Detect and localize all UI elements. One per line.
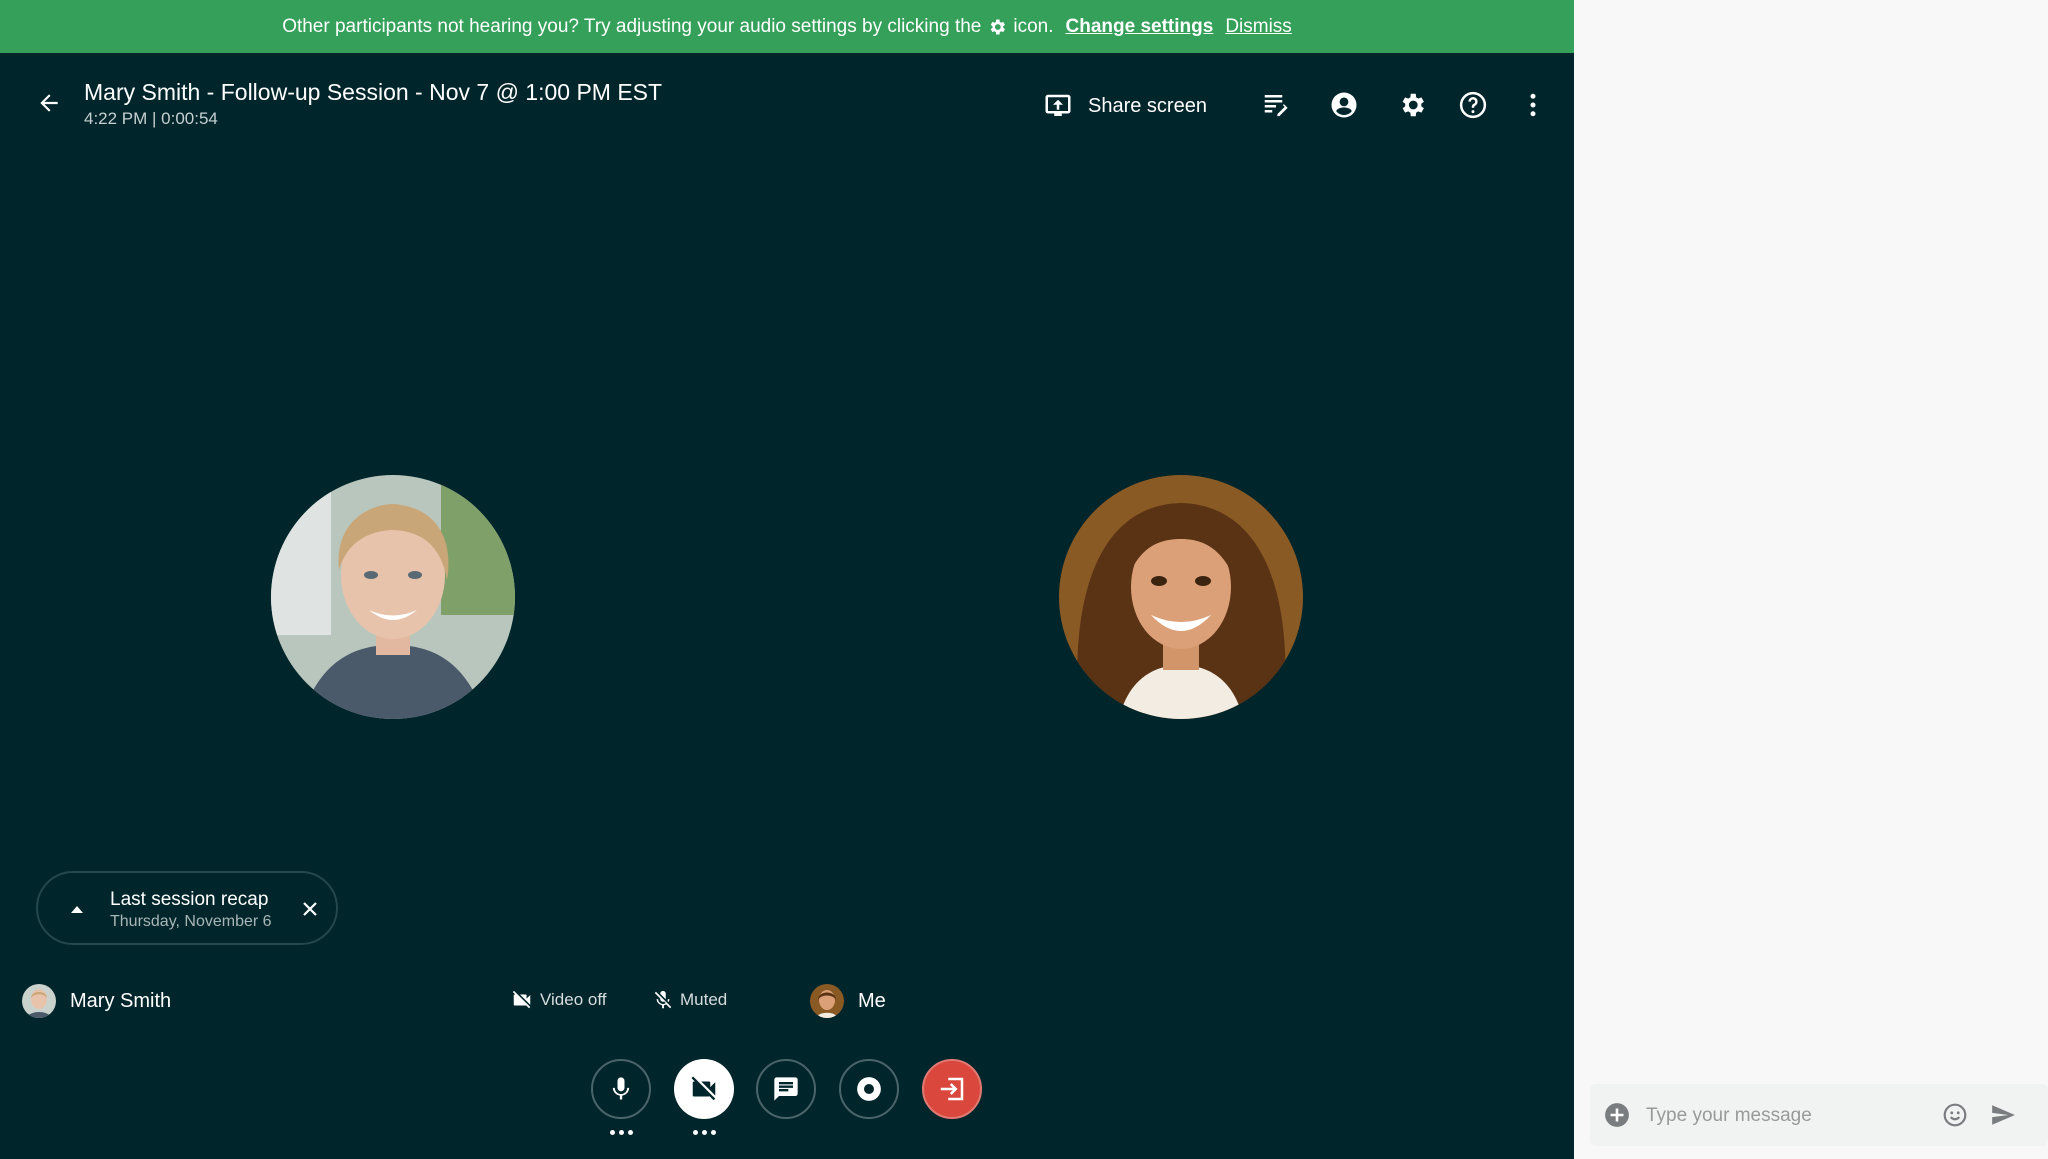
video-off-icon	[512, 990, 531, 1009]
video-options[interactable]	[674, 1130, 734, 1135]
banner-text: Other participants not hearing you? Try …	[282, 15, 982, 37]
mary-smith-avatar	[271, 475, 515, 719]
leave-icon	[940, 1077, 964, 1101]
share-screen-icon	[1045, 94, 1071, 116]
me-avatar	[1059, 475, 1303, 719]
notes-icon[interactable]	[1258, 87, 1294, 123]
change-settings-link[interactable]: Change settings	[1066, 16, 1214, 38]
mic-off-icon	[654, 990, 672, 1009]
chat-button[interactable]	[756, 1059, 816, 1119]
record-icon	[857, 1077, 881, 1101]
last-session-recap[interactable]: Last session recap Thursday, November 6	[36, 871, 338, 945]
mic-button[interactable]	[591, 1059, 651, 1119]
chat-input-bar	[1590, 1084, 2048, 1146]
add-attachment-icon[interactable]	[1604, 1102, 1630, 1128]
mic-icon	[612, 1077, 630, 1100]
record-button[interactable]	[839, 1059, 899, 1119]
send-icon[interactable]	[1988, 1102, 2018, 1128]
video-status-label: Video off	[540, 990, 607, 1009]
participant-name: Mary Smith	[70, 989, 172, 1012]
call-header: Mary Smith - Follow-up Session - Nov 7 @…	[0, 53, 1574, 153]
session-title: Mary Smith - Follow-up Session - Nov 7 @…	[84, 79, 663, 105]
mic-options[interactable]	[591, 1130, 651, 1135]
gear-icon	[987, 17, 1007, 37]
emoji-icon[interactable]	[1942, 1102, 1968, 1128]
video-status: Video off	[510, 988, 607, 1012]
participant-name-me: Me	[858, 989, 886, 1012]
chat-message-input[interactable]	[1644, 1099, 1928, 1133]
chat-icon	[774, 1077, 798, 1101]
banner-text-after: icon.	[1013, 15, 1054, 37]
video-call-area: Other participants not hearing you? Try …	[0, 0, 1574, 1159]
recap-title: Last session recap	[110, 889, 269, 910]
audio-notice-banner: Other participants not hearing you? Try …	[0, 0, 1574, 53]
session-time: 4:22 PM | 0:00:54	[84, 109, 218, 128]
video-toggle-button[interactable]	[674, 1059, 734, 1119]
dismiss-link[interactable]: Dismiss	[1225, 16, 1292, 38]
recap-date: Thursday, November 6	[110, 913, 272, 930]
participant-me: Me	[810, 984, 886, 1018]
settings-icon[interactable]	[1394, 87, 1430, 123]
account-icon[interactable]	[1326, 87, 1362, 123]
share-screen-label: Share screen	[1088, 94, 1207, 117]
help-icon[interactable]	[1455, 87, 1491, 123]
caret-up-icon[interactable]	[70, 904, 84, 914]
me-mini-avatar	[810, 984, 844, 1018]
leave-call-button[interactable]	[922, 1059, 982, 1119]
more-vert-icon[interactable]	[1515, 87, 1551, 123]
close-icon[interactable]	[300, 899, 320, 919]
mary-smith-mini-avatar	[22, 984, 56, 1018]
chat-sidebar	[1574, 0, 2048, 1159]
participant-mary-smith: Mary Smith	[22, 984, 171, 1018]
mic-status-label: Muted	[680, 990, 728, 1009]
back-arrow-icon[interactable]	[32, 86, 66, 120]
video-off-icon	[691, 1076, 716, 1101]
share-screen-button[interactable]: Share screen	[1042, 86, 1207, 126]
mic-status: Muted	[652, 988, 727, 1012]
